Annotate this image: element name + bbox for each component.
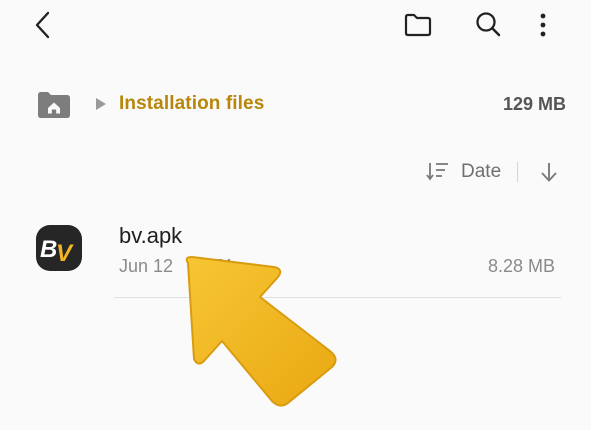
breadcrumb-current-folder[interactable]: Installation files	[119, 93, 264, 115]
sort-lines-icon	[426, 163, 448, 181]
folder-total-size: 129 MB	[502, 94, 566, 114]
sort-divider	[517, 162, 518, 182]
app-icon: B V	[36, 225, 82, 271]
more-options-button[interactable]	[528, 8, 558, 42]
sort-direction-button[interactable]	[535, 158, 563, 186]
sort-control[interactable]: Date	[426, 158, 506, 186]
folder-icon	[404, 13, 432, 37]
file-size: 8.28 MB	[487, 256, 555, 276]
breadcrumb-arrow-icon	[96, 98, 106, 110]
bv-logo-icon: B V	[40, 236, 74, 267]
file-date: Jun 12	[119, 256, 174, 276]
arrow-down-icon	[541, 163, 557, 182]
svg-text:V: V	[56, 240, 74, 267]
back-button[interactable]	[26, 8, 60, 42]
more-vertical-icon	[540, 13, 546, 37]
search-button[interactable]	[470, 6, 506, 42]
home-folder-button[interactable]	[36, 89, 72, 119]
chevron-left-icon	[35, 11, 50, 39]
pointer-arrow-annotation	[185, 256, 337, 407]
home-folder-icon	[38, 92, 70, 118]
search-icon	[476, 12, 501, 37]
svg-text:B: B	[40, 236, 57, 263]
folder-button[interactable]	[400, 8, 436, 42]
breadcrumb: Installation files 129 MB	[36, 88, 566, 120]
sort-label: Date	[461, 161, 502, 182]
